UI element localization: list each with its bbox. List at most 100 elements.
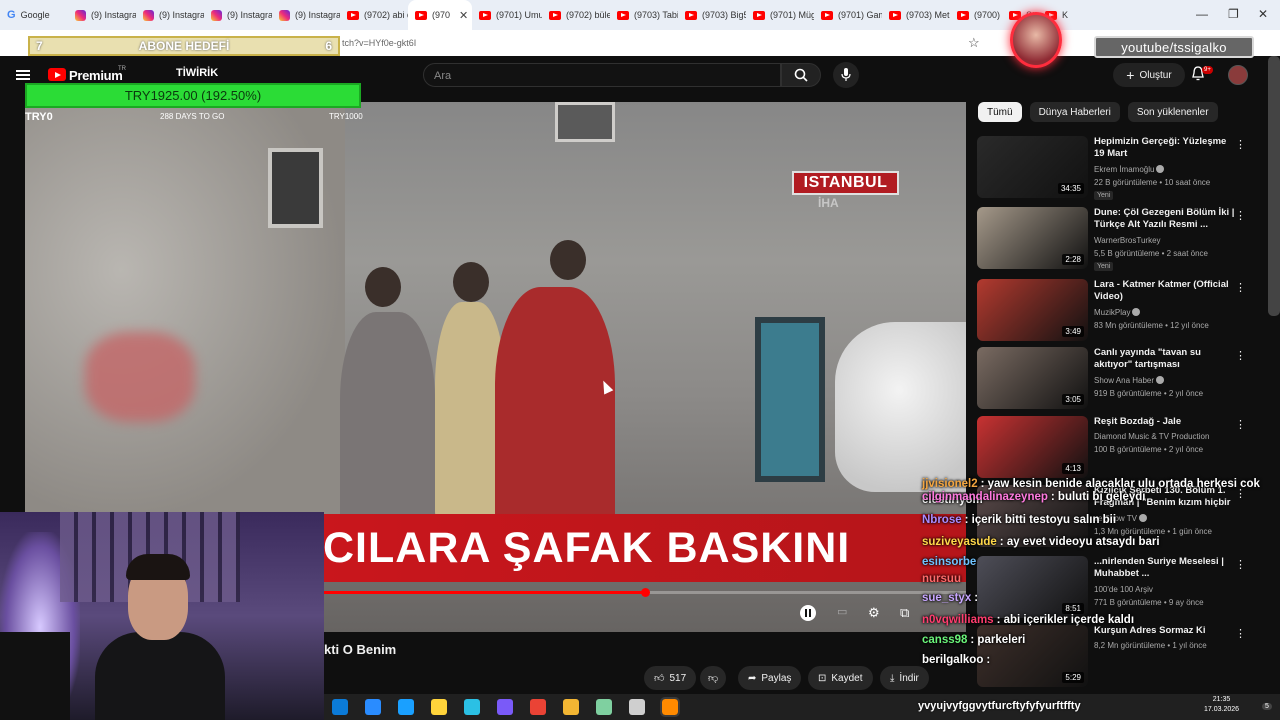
video-thumbnail[interactable]: 3:49 [977,279,1088,341]
more-options-icon[interactable]: ⋮ [1235,558,1246,571]
search-input[interactable]: Ara [423,63,781,87]
video-title[interactable]: ...nirlenden Suriye Meselesi | Muhabbet … [1094,556,1239,580]
recommendation-item[interactable]: 2:28 Dune: Çöl Gezegeni Bölüm İki | Türkç… [977,207,1267,273]
video-title[interactable]: Canlı yayında "tavan su akıtıyor" tartış… [1094,347,1239,371]
browser-tab[interactable]: (9) Instagra [136,0,204,30]
close-window-button[interactable]: ✕ [1258,7,1268,21]
more-options-icon[interactable]: ⋮ [1235,281,1246,294]
browser-tab[interactable]: (9703) Met [882,0,950,30]
maximize-button[interactable]: ❐ [1228,7,1239,21]
channel-name[interactable]: WarnerBrosTurkey [1094,236,1161,245]
video-duration: 2:28 [1062,254,1084,265]
browser-tab[interactable]: (9702) abi d [340,0,408,30]
video-title[interactable]: Dune: Çöl Gezegeni Bölüm İki | Türkçe Al… [1094,207,1239,231]
channel-name[interactable]: Show Ana Haber [1094,376,1165,385]
minimize-button[interactable]: — [1196,7,1208,21]
taskbar-app-icon[interactable] [497,699,513,715]
youtube-favicon-icon [415,10,427,20]
channel-name[interactable]: Ekrem İmamoğlu [1094,165,1165,174]
video-title[interactable]: Kurşun Adres Sormaz Ki [1094,625,1239,637]
channel-name[interactable]: 100'de 100 Arşiv [1094,585,1153,594]
taskbar-app-icon[interactable] [563,699,579,715]
save-button[interactable]: ⊡ Kaydet [808,666,873,690]
download-button[interactable]: ⤓ İndir [880,666,929,690]
video-progress-bar[interactable] [323,588,966,597]
create-button[interactable]: + Oluştur [1113,63,1185,87]
scrollbar[interactable] [1268,56,1280,316]
screen: G Google (9) Instagra (9) Instagra (9) Insta… [0,0,1280,720]
taskbar-app-icon[interactable] [365,699,381,715]
pause-icon[interactable] [800,605,816,621]
search-icon [794,68,808,82]
recommendation-item[interactable]: 34:35 Hepimizin Gerçeği: Yüzleşme 19 Mart… [977,136,1267,202]
filter-chip[interactable]: Dünya Haberleri [1029,102,1120,122]
browser-tab[interactable]: (970 ✕ [408,0,472,30]
channel-name[interactable]: Diamond Music & TV Production [1094,432,1209,441]
video-thumbnail[interactable]: 34:35 [977,136,1088,198]
browser-tab[interactable]: (9701) Müg [746,0,814,30]
video-title[interactable]: Hepimizin Gerçeği: Yüzleşme 19 Mart [1094,136,1239,160]
taskbar-app-icon[interactable] [398,699,414,715]
browser-tab[interactable]: (9) Instagra [204,0,272,30]
filter-chip[interactable]: Son yüklenenler [1127,102,1218,122]
chat-message: n0vqwilliams: abi içerikler içerde kaldı [922,614,1134,626]
recommendation-item[interactable]: 4:13 Reşit Bozdağ - Jale Diamond Music & T… [977,416,1267,482]
video-title[interactable]: Lara - Katmer Katmer (Official Video) [1094,279,1239,303]
browser-tab-label: (9703) Met [906,10,950,20]
video-thumbnail[interactable]: 3:05 [977,347,1088,409]
taskbar-app-icon[interactable] [596,699,612,715]
taskbar-app-icon[interactable] [332,699,348,715]
video-title[interactable]: Reşit Bozdağ - Jale [1094,416,1239,428]
more-options-icon[interactable]: ⋮ [1235,627,1246,640]
settings-gear-icon[interactable]: ⚙ [868,605,880,621]
like-button[interactable]: 👍︎ 517 [644,666,697,690]
taskbar-app-icon[interactable] [629,699,645,715]
taskbar-clock[interactable]: 21:35 17.03.2026 [1204,695,1239,715]
more-options-icon[interactable]: ⋮ [1235,349,1246,362]
subtitles-icon[interactable]: ▭ [837,605,847,618]
country-code: TR [118,66,126,72]
taskbar-app-icon[interactable] [660,697,680,717]
browser-tab[interactable]: G Google [0,0,68,30]
taskbar-app-icon[interactable] [530,699,546,715]
recommendation-item[interactable]: 3:05 Canlı yayında "tavan su akıtıyor" ta… [977,347,1267,413]
taskbar-app-icon[interactable] [464,699,480,715]
youtube-logo-icon[interactable] [48,68,66,81]
browser-tab[interactable]: (9703) Big5 [678,0,746,30]
channel-name[interactable]: MuzikPlay [1094,308,1141,317]
more-options-icon[interactable]: ⋮ [1235,209,1246,222]
browser-tab[interactable]: (9) Instagra [68,0,136,30]
recommendation-item[interactable]: 8:51 ...nirlenden Suriye Meselesi | Muhab… [977,556,1267,622]
more-options-icon[interactable]: ⋮ [1235,418,1246,431]
video-thumbnail[interactable]: 8:51 [977,556,1088,618]
close-tab-icon[interactable]: ✕ [459,9,468,22]
chat-text: : abi içerikler içerde kaldı [996,614,1135,626]
browser-tab[interactable]: (9701) Gam [814,0,882,30]
browser-tab[interactable]: (9700) TP [950,0,1002,30]
browser-tab-label: (9700) TP [974,10,1002,20]
browser-tab[interactable]: (9) Instagra [272,0,340,30]
filter-chip[interactable]: Tümü [978,102,1022,122]
recommendation-item[interactable]: 3:49 Lara - Katmer Katmer (Official Video… [977,279,1267,345]
miniplayer-icon[interactable]: ⧉ [900,605,909,621]
more-options-icon[interactable]: ⋮ [1235,138,1246,151]
account-avatar[interactable] [1228,65,1248,85]
browser-tab[interactable]: (9703) Tabi [610,0,678,30]
bookmark-star-icon[interactable]: ☆ [968,35,980,51]
video-thumbnail[interactable]: 2:28 [977,207,1088,269]
dislike-button[interactable]: 👎︎ [700,666,727,690]
youtube-favicon-icon [685,10,697,20]
voice-search-button[interactable] [833,62,859,88]
url-text[interactable]: tch?v=HYf0e-gkt6I [342,38,416,48]
notification-center-badge[interactable]: 5 [1262,703,1272,710]
search-button[interactable] [781,63,821,87]
browser-tab[interactable]: (9702) büle [542,0,610,30]
share-button[interactable]: ➦ Paylaş [738,666,802,690]
browser-tab[interactable]: (9701) Umu [472,0,542,30]
menu-icon[interactable] [16,70,30,80]
browser-tab-label: (9) Instagra [159,10,204,20]
premium-label[interactable]: Premium [69,68,123,83]
progress-scrubber[interactable] [641,588,650,597]
video-thumbnail[interactable]: 4:13 [977,416,1088,478]
taskbar-app-icon[interactable] [431,699,447,715]
